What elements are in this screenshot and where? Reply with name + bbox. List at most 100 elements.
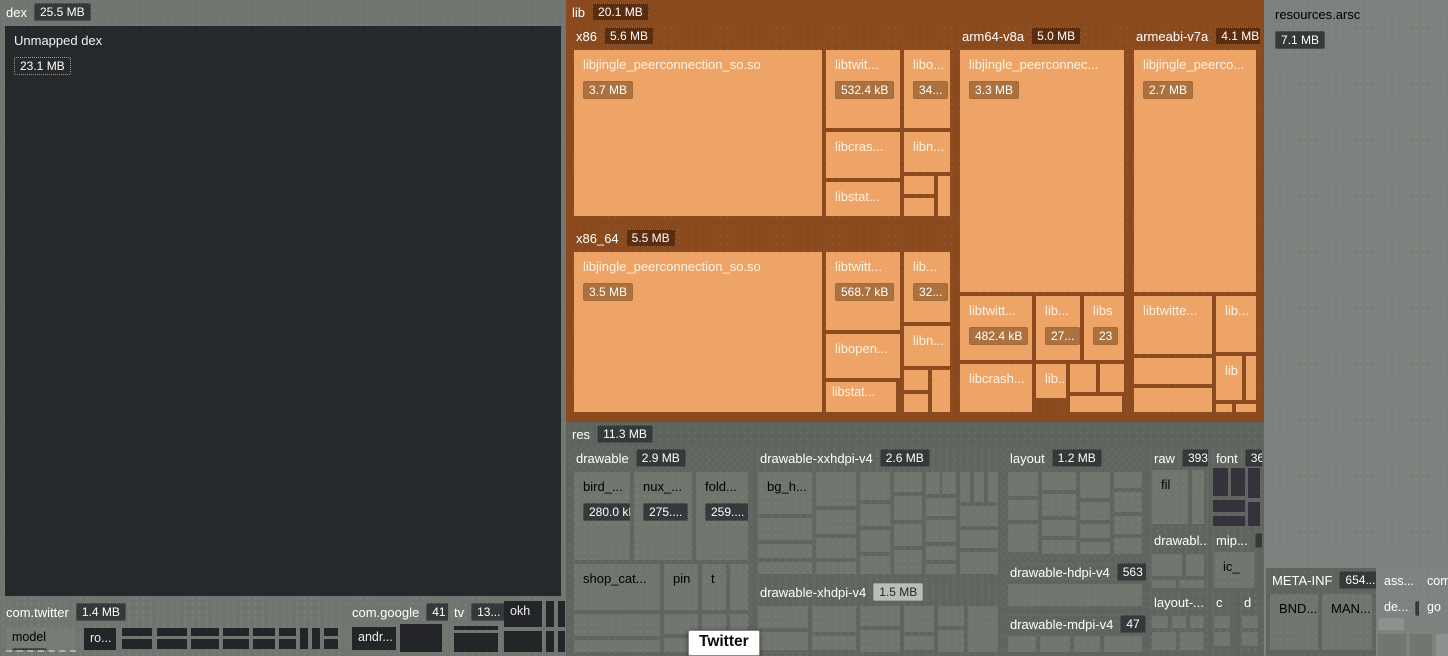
tile-ic[interactable]: ic_ <box>1214 552 1254 588</box>
tile-unlabeled[interactable] <box>253 639 275 649</box>
tile-unlabeled[interactable] <box>816 472 856 506</box>
tile-unlabeled[interactable] <box>938 630 964 652</box>
tile-ro[interactable]: ro... <box>84 628 116 650</box>
tile-unlabeled[interactable] <box>960 530 998 548</box>
tile-unlabeled[interactable] <box>574 640 660 652</box>
tile-unlabeled[interactable] <box>1248 468 1260 498</box>
tile-libstat[interactable]: libstat... <box>826 182 900 216</box>
tile-unlabeled[interactable] <box>1180 580 1204 588</box>
tile-unlabeled[interactable] <box>926 472 940 494</box>
tile-unlabeled[interactable] <box>1008 472 1038 496</box>
section-layout[interactable]: layout-... <box>1148 592 1208 656</box>
tile-libtwitte[interactable]: libtwitte... <box>1134 296 1212 354</box>
tile-lib[interactable]: lib...32... <box>904 252 950 322</box>
tile-unlabeled[interactable] <box>558 601 565 627</box>
section-arm64-v8a[interactable]: arm64-v8a5.0 MBlibjingle_peerconnec...3.… <box>956 24 1128 416</box>
tile-unlabeled[interactable] <box>926 564 956 574</box>
tile-unlabeled[interactable] <box>1214 616 1230 628</box>
tile-unlabeled[interactable] <box>758 562 812 574</box>
tile-fold[interactable]: fold...259.... <box>696 472 748 560</box>
tile-unlabeled[interactable] <box>758 518 812 540</box>
tile-unlabeled[interactable] <box>730 564 748 610</box>
tile-unlabeled[interactable] <box>1080 524 1110 538</box>
tile-lib[interactable]: lib... <box>1216 296 1256 352</box>
tile-unlabeled[interactable] <box>1114 472 1142 488</box>
tile-libjingle-peerconnec[interactable]: libjingle_peerconnec...3.3 MB <box>960 50 1124 292</box>
section-drawable-xxhdpi-v4[interactable]: drawable-xxhdpi-v42.6 MBbg_h... <box>754 446 1002 578</box>
tile-unlabeled[interactable] <box>1172 616 1186 628</box>
tile-unlabeled[interactable] <box>1378 634 1406 656</box>
tile-unlabeled[interactable] <box>1008 636 1036 652</box>
section-drawable-xhdpi-v4[interactable]: drawable-xhdpi-v41.5 MB <box>754 580 1002 656</box>
tile-unlabeled[interactable] <box>1100 364 1124 392</box>
tile-unlabeled[interactable] <box>1242 632 1258 646</box>
tile-unlabeled[interactable] <box>904 394 928 412</box>
tile-unlabeled[interactable] <box>1008 524 1038 552</box>
tile-unlabeled[interactable] <box>1008 500 1038 520</box>
tile-bnd[interactable]: BND... <box>1270 594 1318 650</box>
tile-unlabeled[interactable] <box>1216 404 1232 412</box>
tile-unlabeled[interactable] <box>904 606 934 632</box>
tile-unlabeled[interactable] <box>1114 538 1142 554</box>
tile-unlabeled[interactable] <box>157 639 187 649</box>
section-ass[interactable]: ass... <box>1378 568 1419 592</box>
tile-unlabeled[interactable] <box>860 630 900 652</box>
tile-unlabeled[interactable] <box>904 176 934 194</box>
tile-unlabeled[interactable] <box>894 472 922 492</box>
tile-unlabeled[interactable] <box>926 498 956 516</box>
tile-unlabeled[interactable] <box>816 538 856 558</box>
tile-unlabeled[interactable] <box>1134 388 1212 412</box>
tile-libn[interactable]: libn... <box>904 326 950 366</box>
tile-unlabeled[interactable] <box>812 636 856 650</box>
section-drawable-mdpi-v4[interactable]: drawable-mdpi-v447 <box>1004 612 1146 656</box>
tile-unlabeled[interactable] <box>1236 404 1256 412</box>
tile-unlabeled[interactable] <box>816 510 856 534</box>
tile-unlabeled[interactable] <box>122 628 152 636</box>
tile-unlabeled[interactable] <box>1152 554 1182 576</box>
tile-libtwitt[interactable]: libtwitt...568.7 kB <box>826 252 900 330</box>
section-tv[interactable]: tv13... <box>448 600 504 656</box>
tile-unlabeled[interactable] <box>279 639 296 649</box>
tile-unlabeled[interactable] <box>324 639 338 649</box>
tile-pin[interactable]: pin <box>664 564 698 610</box>
tile-unlabeled[interactable] <box>558 631 565 652</box>
tile-unlabeled[interactable] <box>454 633 498 652</box>
tile-unlabeled[interactable] <box>1040 636 1070 652</box>
tile-unlabeled[interactable] <box>988 472 998 502</box>
tile-unlabeled[interactable] <box>1042 472 1076 490</box>
tile-unlabeled[interactable] <box>1213 468 1228 496</box>
section-meta-inf[interactable]: META-INF654....BND...MAN... <box>1266 568 1376 656</box>
tile-lib[interactable]: lib <box>1216 356 1242 400</box>
tile-unlabeled[interactable] <box>1134 358 1212 384</box>
tile-unlabeled[interactable] <box>974 472 984 502</box>
section-font[interactable]: font36 <box>1210 446 1262 528</box>
tile-unlabeled[interactable] <box>926 546 956 560</box>
tile-libopen[interactable]: libopen... <box>826 334 900 378</box>
tile-resources-arsc[interactable]: resources.arsc7.1 MB <box>1266 0 1448 566</box>
tile-unlabeled[interactable] <box>1070 364 1096 392</box>
tile-unlabeled[interactable] <box>894 496 922 520</box>
tile-unlabeled[interactable] <box>860 504 890 526</box>
tile-nux[interactable]: nux_...275.... <box>634 472 692 560</box>
section-drawabl[interactable]: drawabl... <box>1148 530 1208 590</box>
tile-unlabeled[interactable] <box>1180 632 1204 650</box>
tile-unlabeled[interactable] <box>904 198 934 216</box>
tile-unlabeled[interactable] <box>1436 634 1448 656</box>
tile-unlabeled[interactable] <box>904 370 928 390</box>
tile-unlabeled[interactable] <box>968 606 998 652</box>
tile-fil[interactable]: fil <box>1152 470 1188 524</box>
tile-libjingle-peerco[interactable]: libjingle_peerco...2.7 MB <box>1134 50 1256 292</box>
tile-unlabeled[interactable] <box>1246 356 1256 400</box>
section-x86[interactable]: x865.6 MBlibjingle_peerconnection_so.so3… <box>570 24 954 222</box>
tile-unlabeled[interactable] <box>860 530 890 552</box>
tile-unlabeled[interactable] <box>758 544 812 558</box>
section-lib[interactable]: lib20.1 MBx865.6 MBlibjingle_peerconnect… <box>566 0 1264 422</box>
section-layout[interactable]: layout1.2 MB <box>1004 446 1146 558</box>
tile-unlabeled[interactable] <box>253 628 275 636</box>
tile-unlabeled[interactable] <box>932 370 950 412</box>
tile-unlabeled[interactable] <box>1213 500 1245 512</box>
tile-unlabeled[interactable] <box>860 472 890 500</box>
tile-unlabeled[interactable] <box>894 550 922 574</box>
tile-unlabeled[interactable] <box>157 628 187 636</box>
tile-unlabeled[interactable] <box>324 628 338 636</box>
